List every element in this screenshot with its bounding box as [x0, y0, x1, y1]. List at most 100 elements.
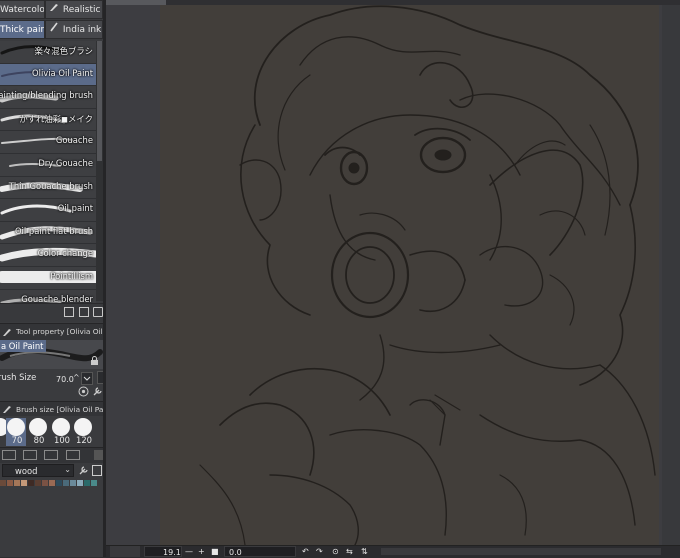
brush-size-palette-title: Brush size [Olivia Oil Paint] [16, 405, 103, 414]
india-ink-icon [48, 21, 60, 38]
pressure-settings-icon[interactable] [78, 386, 89, 397]
brush-item-label: Color change [37, 248, 93, 259]
color-swatch[interactable] [21, 480, 27, 486]
brush-item[interactable]: Gouache [0, 131, 96, 154]
brush-tool-icon [3, 329, 11, 336]
tab-india-ink-label: India ink [62, 25, 102, 35]
top-scrollbar-thumb[interactable] [106, 0, 166, 5]
tab-thick-paint-label: Thick paint [0, 25, 45, 35]
brush-item[interactable]: Oil paint [0, 199, 96, 222]
artwork-lineart [199, 5, 656, 545]
duplicate-brush-icon[interactable] [79, 307, 89, 317]
realistic-watercolor-icon [48, 1, 60, 18]
palette-small-tabs [0, 447, 103, 463]
navigator-slider[interactable] [110, 546, 140, 557]
brush-size-preset-70[interactable]: 70 [6, 418, 26, 446]
color-swatch[interactable] [28, 480, 34, 486]
brush-list: 楽々混色ブラシ Olivia Oil Paint painting/blending… [0, 41, 96, 313]
materials-tab-icon[interactable] [23, 450, 37, 460]
brush-size-preset-80[interactable]: 80 [28, 418, 48, 446]
right-scrollbar[interactable] [662, 5, 680, 545]
trash-icon[interactable] [93, 307, 103, 317]
brush-item-label: Oil paint [57, 203, 93, 214]
chevron-down-icon: ⌄ [64, 465, 71, 474]
rotate-left-icon[interactable]: ↶ [302, 546, 309, 557]
tab-realistic-watercolor[interactable]: Realistic wa [45, 0, 103, 19]
brush-item-label: Oil paint flat brush [14, 225, 93, 236]
brush-size-dropdown[interactable] [81, 372, 93, 385]
brush-size-preset-120[interactable]: 120 [73, 418, 93, 446]
tab-india-ink[interactable]: India ink [45, 20, 103, 39]
brush-item-label: Pointillism [50, 270, 93, 281]
brush-size-preset-100[interactable]: 100 [51, 418, 71, 446]
brush-item[interactable]: Pointillism [0, 266, 96, 290]
zoom-field[interactable]: 19.1 [144, 546, 182, 557]
subtool-tabs-row-2: Thick paint India ink [0, 20, 103, 39]
rotation-field[interactable]: 0.0 [224, 546, 296, 557]
tab-watercolor[interactable]: Watercolor [0, 0, 45, 19]
save-brush-icon[interactable] [64, 307, 74, 317]
brush-item-label: Dry Gouache [38, 157, 93, 168]
history-tab-icon[interactable] [66, 450, 80, 460]
flip-horizontal-icon[interactable]: ⇆ [346, 546, 353, 557]
texture-settings-icon[interactable] [78, 465, 89, 476]
color-swatch[interactable] [84, 480, 90, 486]
zoom-value: 19.1 [163, 548, 181, 557]
brush-item-label: Olivia Oil Paint [32, 67, 93, 78]
brush-item[interactable]: Oil paint flat brush [0, 221, 96, 245]
tab-thick-paint[interactable]: Thick paint [0, 20, 45, 39]
brush-list-toolbar [0, 303, 103, 322]
color-swatch[interactable] [7, 480, 13, 486]
preset-80-label: 80 [33, 435, 45, 445]
brush-item-label: Thin Gouache brush [8, 180, 93, 191]
brush-size-palette-header: Brush size [Olivia Oil Paint] [0, 401, 103, 417]
brush-item[interactable]: painting/blending brush [0, 86, 96, 109]
brush-item-label: Gouache [55, 135, 93, 146]
brush-item[interactable]: 楽々混色ブラシ [0, 41, 96, 64]
brush-size-value[interactable]: 70.0 [56, 375, 74, 384]
layers-tab-icon[interactable] [2, 450, 16, 460]
reset-rotation-icon[interactable]: ⊙ [332, 546, 339, 557]
brush-item[interactable]: Thin Gouache brush [0, 176, 96, 200]
color-tab-icon[interactable] [44, 450, 58, 460]
brush-item-label: 楽々混色ブラシ [34, 46, 93, 56]
color-swatch[interactable] [49, 480, 55, 486]
preset-120-label: 120 [76, 435, 92, 445]
brush-size-row: rush Size 70.0 ^ [0, 370, 103, 400]
brush-item-label: かすれ油彩◼メイク [19, 113, 93, 124]
wrench-icon[interactable] [92, 386, 103, 397]
color-swatch[interactable] [35, 480, 41, 486]
flip-vertical-icon[interactable]: ⇅ [361, 546, 368, 557]
texture-row: wood ⌄ [0, 463, 103, 479]
tool-property-header: Tool property [Olivia Oil P [0, 323, 103, 340]
color-swatch[interactable] [42, 480, 48, 486]
color-swatch[interactable] [63, 480, 69, 486]
fit-screen-icon[interactable]: ■ [211, 546, 219, 557]
brush-item[interactable]: Olivia Oil Paint [0, 63, 96, 87]
zoom-out-icon[interactable]: — [185, 546, 193, 557]
color-swatch[interactable] [0, 480, 6, 486]
texture-export-icon[interactable] [92, 465, 102, 476]
rotate-right-icon[interactable]: ↷ [316, 546, 323, 557]
color-swatch[interactable] [14, 480, 20, 486]
color-swatch[interactable] [91, 480, 97, 486]
color-swatch[interactable] [56, 480, 62, 486]
artwork-canvas[interactable] [160, 5, 659, 545]
color-swatch[interactable] [70, 480, 76, 486]
texture-select-value: wood [15, 466, 38, 476]
zoom-in-icon[interactable]: + [198, 546, 205, 557]
horizontal-scrollbar[interactable] [381, 548, 661, 555]
brush-item[interactable]: Color change [0, 244, 96, 267]
preset-70-label: 70 [11, 435, 23, 445]
status-bar: 19.1 — + ■ 0.0 ↶ ↷ ⊙ ⇆ ⇅ [106, 545, 680, 558]
color-swatch[interactable] [77, 480, 83, 486]
palette-menu-icon[interactable] [94, 450, 103, 460]
brush-item-label: painting/blending brush [0, 90, 93, 101]
brush-item[interactable]: Dry Gouache [0, 153, 96, 177]
texture-select[interactable]: wood ⌄ [2, 464, 74, 477]
brush-size-stepper-up-icon[interactable]: ^ [73, 373, 80, 382]
scrollbar-thumb[interactable] [97, 41, 102, 161]
brush-list-scrollbar[interactable] [96, 41, 103, 301]
brush-item[interactable]: かすれ油彩◼メイク [0, 108, 96, 132]
lock-icon[interactable] [90, 356, 99, 365]
